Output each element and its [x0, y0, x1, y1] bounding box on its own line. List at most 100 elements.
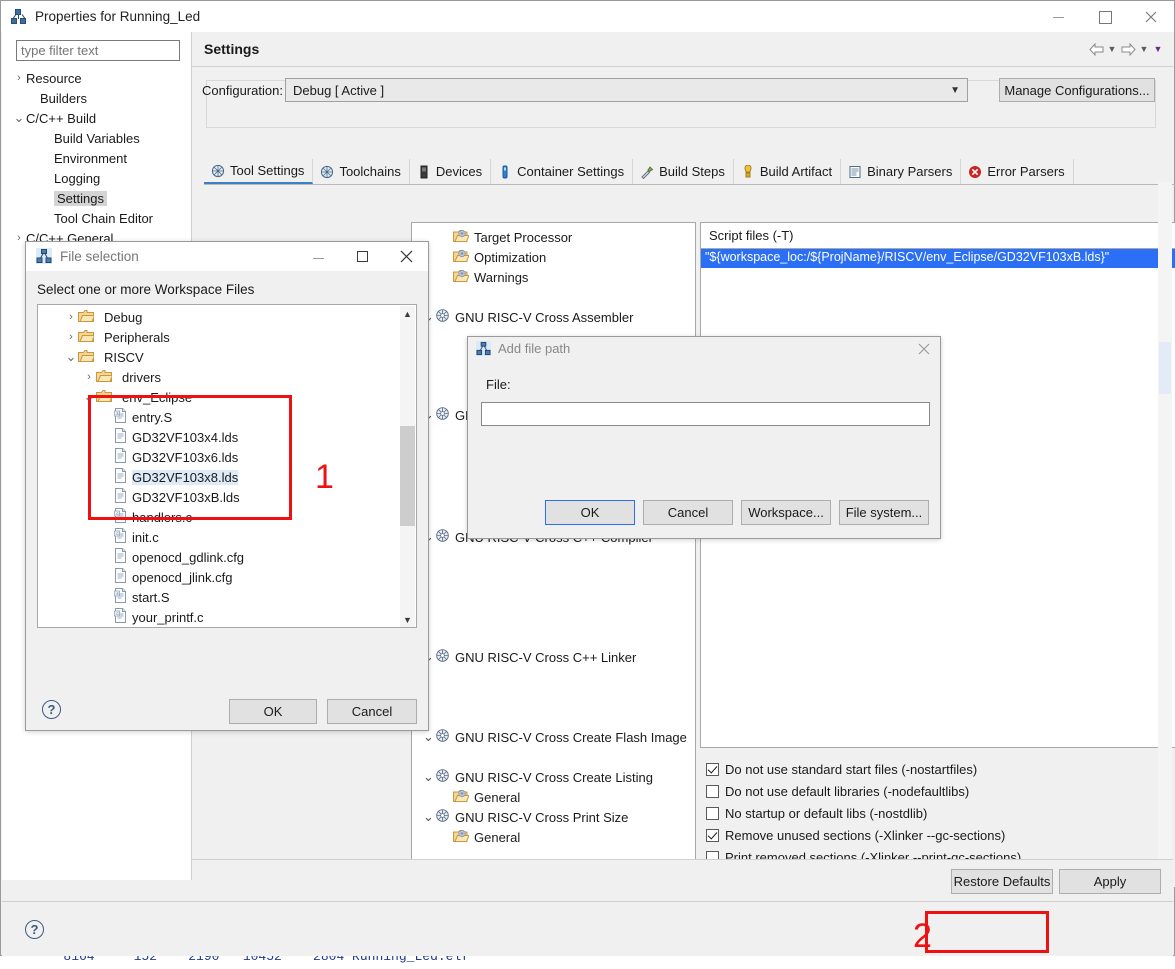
- add-file-path-filesystem-button[interactable]: File system...: [839, 500, 929, 525]
- workspace-file-tree[interactable]: › Debug › Peripherals ⌄ RISCV › drivers ⌄ env_Ecl…: [37, 304, 417, 628]
- restore-defaults-button[interactable]: Restore Defaults: [951, 869, 1053, 894]
- tab-build-artifact[interactable]: Build Artifact: [734, 159, 842, 184]
- add-file-path-cancel-button[interactable]: Cancel: [643, 500, 733, 525]
- tool-tree-item[interactable]: Warnings: [434, 267, 528, 287]
- chevron-right-icon[interactable]: ›: [64, 311, 78, 323]
- file-tree-scrollbar-thumb[interactable]: [400, 426, 415, 526]
- tab-binary-parsers[interactable]: Binary Parsers: [841, 159, 962, 184]
- chevron-down-icon[interactable]: ⌄: [422, 729, 435, 745]
- workspace-tree-item[interactable]: .c init.c: [38, 527, 401, 547]
- sidebar-item-settings[interactable]: Settings: [2, 188, 192, 208]
- content-scrollbar[interactable]: [1158, 182, 1172, 882]
- view-menu-icon[interactable]: ▼: [1151, 39, 1165, 59]
- workspace-tree-item[interactable]: GD32VF103x6.lds: [38, 447, 401, 467]
- tab-devices[interactable]: Devices: [410, 159, 492, 184]
- forward-arrow-icon[interactable]: [1119, 39, 1137, 59]
- add-file-path-ok-button[interactable]: OK: [545, 500, 635, 525]
- checkbox[interactable]: [706, 762, 719, 776]
- configuration-select[interactable]: Debug [ Active ] ▼: [285, 78, 968, 102]
- workspace-tree-item[interactable]: › Debug: [38, 307, 401, 327]
- linker-option-row[interactable]: No startup or default libs (-nostdlib): [706, 802, 1175, 824]
- file-selection-ok-button[interactable]: OK: [229, 699, 317, 724]
- chevron-right-icon[interactable]: ›: [82, 371, 96, 383]
- tool-tree-item[interactable]: ⌄ GNU RISC-V Cross Create Flash Image: [416, 727, 687, 747]
- workspace-tree-item[interactable]: .c handlers.c: [38, 507, 401, 527]
- workspace-tree-item[interactable]: GD32VF103xB.lds: [38, 487, 401, 507]
- chevron-down-icon[interactable]: ⌄: [422, 769, 435, 785]
- manage-configurations-button[interactable]: Manage Configurations...: [999, 78, 1155, 102]
- chevron-right-icon[interactable]: ›: [64, 331, 78, 343]
- chevron-down-icon[interactable]: ⌄: [422, 809, 435, 825]
- linker-option-row[interactable]: Do not use standard start files (-nostar…: [706, 758, 1175, 780]
- sidebar-item-logging[interactable]: Logging: [2, 168, 192, 188]
- minimize-icon[interactable]: [1036, 1, 1082, 32]
- minimize-icon[interactable]: [296, 242, 340, 271]
- maximize-icon[interactable]: [1082, 1, 1128, 32]
- sidebar-item-builders[interactable]: Builders: [2, 88, 192, 108]
- maximize-icon[interactable]: [340, 242, 384, 271]
- chevron-right-icon[interactable]: ›: [12, 232, 26, 244]
- checkbox[interactable]: [706, 784, 719, 798]
- folder-gear-icon: [453, 249, 474, 266]
- workspace-tree-item[interactable]: GD32VF103x8.lds: [38, 467, 401, 487]
- workspace-tree-item[interactable]: .s start.S: [38, 587, 401, 607]
- content-scrollbar-thumb[interactable]: [1159, 342, 1171, 394]
- tab-error-parsers[interactable]: Error Parsers: [961, 159, 1074, 184]
- chevron-down-icon[interactable]: ⌄: [82, 389, 96, 405]
- close-icon[interactable]: [384, 242, 428, 271]
- tool-tree-item[interactable]: Target Processor: [434, 227, 572, 247]
- help-icon[interactable]: ?: [42, 700, 61, 719]
- workspace-tree-item[interactable]: ⌄ env_Eclipse: [38, 387, 401, 407]
- workspace-tree-item[interactable]: openocd_gdlink.cfg: [38, 547, 401, 567]
- filter-input[interactable]: [16, 40, 180, 61]
- workspace-tree-item[interactable]: › drivers: [38, 367, 401, 387]
- tool-tree-item-label: GNU RISC-V Cross Create Listing: [455, 769, 653, 785]
- tool-tree-item[interactable]: Optimization: [434, 247, 546, 267]
- workspace-tree-item[interactable]: openocd_jlink.cfg: [38, 567, 401, 587]
- scroll-down-icon[interactable]: ▼: [400, 612, 415, 627]
- linker-option-row[interactable]: Do not use default libraries (-nodefault…: [706, 780, 1175, 802]
- sidebar-item-environment[interactable]: Environment: [2, 148, 192, 168]
- workspace-tree-item[interactable]: ⌄ RISCV: [38, 347, 401, 367]
- linker-option-row[interactable]: Remove unused sections (-Xlinker --gc-se…: [706, 824, 1175, 846]
- sidebar-item-build-variables[interactable]: Build Variables: [2, 128, 192, 148]
- tool-tree-item[interactable]: ⌄GNU RISC-V Cross C++ Linker: [416, 647, 636, 667]
- chevron-down-icon[interactable]: ⌄: [12, 110, 26, 126]
- tool-tree-item[interactable]: General: [434, 827, 520, 847]
- back-dropdown-icon[interactable]: ▼: [1105, 39, 1119, 59]
- help-icon[interactable]: ?: [25, 920, 44, 939]
- workspace-tree-item-label: your_printf.c: [132, 609, 204, 625]
- scroll-up-icon[interactable]: ▲: [400, 306, 415, 322]
- workspace-tree-item[interactable]: .s entry.S: [38, 407, 401, 427]
- script-file-row[interactable]: "${workspace_loc:/${ProjName}/RISCV/env_…: [701, 249, 1175, 268]
- file-path-input[interactable]: [481, 402, 930, 426]
- tool-tree-item[interactable]: ⌄ GNU RISC-V Cross Print Size: [416, 807, 628, 827]
- tool-tree-item[interactable]: ⌄GNU RISC-V Cross Assembler: [416, 307, 633, 327]
- checkbox[interactable]: [706, 828, 719, 842]
- back-arrow-icon[interactable]: [1087, 39, 1105, 59]
- tab-build-steps[interactable]: Build Steps: [633, 159, 734, 184]
- workspace-tree-item[interactable]: .c your_printf.c: [38, 607, 401, 627]
- tool-tree-item-label: General: [474, 829, 521, 845]
- gear-icon: [435, 308, 455, 326]
- apply-button[interactable]: Apply: [1059, 869, 1161, 894]
- checkbox[interactable]: [706, 806, 719, 820]
- file-selection-cancel-button[interactable]: Cancel: [327, 699, 417, 724]
- sidebar-item-c-c-build[interactable]: ⌄ C/C++ Build: [2, 108, 192, 128]
- tab-tool-settings[interactable]: Tool Settings: [204, 159, 314, 184]
- sidebar-item-resource[interactable]: › Resource: [2, 68, 192, 88]
- workspace-tree-item[interactable]: › Peripherals: [38, 327, 401, 347]
- file-tree-scrollbar[interactable]: ▲ ▼: [400, 306, 415, 627]
- chevron-right-icon[interactable]: ›: [12, 72, 26, 84]
- workspace-tree-item[interactable]: GD32VF103x4.lds: [38, 427, 401, 447]
- chevron-down-icon[interactable]: ⌄: [64, 349, 78, 365]
- tab-container-settings[interactable]: Container Settings: [491, 159, 634, 184]
- forward-dropdown-icon[interactable]: ▼: [1137, 39, 1151, 59]
- tool-tree-item[interactable]: ⌄ GNU RISC-V Cross Create Listing: [416, 767, 653, 787]
- close-icon[interactable]: [914, 340, 934, 358]
- tab-toolchains[interactable]: Toolchains: [313, 159, 410, 184]
- add-file-path-workspace-button[interactable]: Workspace...: [741, 500, 831, 525]
- tool-tree-item[interactable]: General: [434, 787, 520, 807]
- sidebar-item-tool-chain-editor[interactable]: Tool Chain Editor: [2, 208, 192, 228]
- close-icon[interactable]: [1128, 1, 1174, 32]
